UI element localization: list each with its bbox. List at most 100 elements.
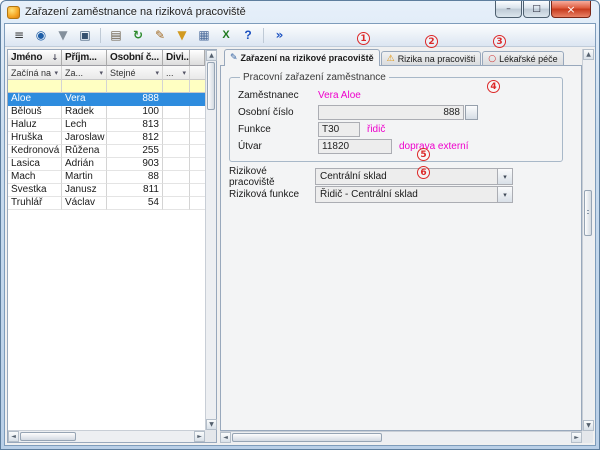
close-button[interactable]: ×	[551, 1, 591, 18]
main-area: Jméno↓ Příjm... Osobní č... Divi... Začí…	[5, 47, 595, 445]
utvar-label: Útvar	[238, 141, 318, 152]
scroll-right-icon[interactable]: ►	[571, 432, 582, 443]
table-row[interactable]: BěloušRadek100	[8, 106, 205, 119]
cell-jmeno: Hruška	[8, 132, 62, 145]
scroll-down-icon[interactable]: ▼	[583, 420, 594, 431]
filter-funnel-icon[interactable]: ▼	[53, 26, 73, 45]
save-icon[interactable]: ▣	[75, 26, 95, 45]
field-row-funkce: Funkce T30 řidič	[238, 121, 554, 137]
funkce-label: Funkce	[238, 124, 318, 135]
rizikove-pracoviste-value: Centrální sklad	[316, 169, 497, 184]
filter-op-osobni-cislo[interactable]: Stejné▾	[107, 66, 163, 80]
grid-vertical-scrollbar[interactable]: ▲ ▼	[205, 50, 216, 430]
filter-op-divize[interactable]: ...▾	[163, 66, 190, 80]
cell-divize	[163, 145, 190, 158]
cell-divize	[163, 184, 190, 197]
column-header-jmeno[interactable]: Jméno↓	[8, 50, 62, 66]
filter-input-filler	[190, 80, 205, 93]
tab-zarazeni-na-rizikove-pracoviste[interactable]: ✎ Zařazení na rizikové pracoviště	[224, 49, 380, 66]
tab-content: Pracovní zařazení zaměstnance Zaměstnane…	[220, 65, 582, 431]
detail-horizontal-scrollbar[interactable]: ◄ ►	[220, 431, 582, 443]
scrollbar-thumb[interactable]	[232, 433, 382, 442]
tab-lekarske-pece[interactable]: ○ Lékařské péče	[482, 51, 563, 66]
scroll-up-icon[interactable]: ▲	[583, 49, 594, 60]
cell-jmeno: Kedronová	[8, 145, 62, 158]
cell-divize	[163, 158, 190, 171]
filter-funnel-2-icon[interactable]: ▼	[172, 26, 192, 45]
funkce-code-input[interactable]: T30	[318, 122, 360, 137]
table-row[interactable]: AloeVera888	[8, 93, 205, 106]
cell-osobni: 88	[107, 171, 163, 184]
filter-op-jmeno[interactable]: Začíná na▾	[8, 66, 62, 80]
chevron-down-icon[interactable]: ▾	[497, 187, 512, 202]
scroll-left-icon[interactable]: ◄	[220, 432, 231, 443]
chevron-down-icon: ▾	[182, 67, 186, 79]
column-header-osobni-cislo[interactable]: Osobní č...	[107, 50, 163, 66]
cell-prijmeni: Adrián	[62, 158, 107, 171]
data-list-icon[interactable]: ≡	[9, 26, 29, 45]
table-row[interactable]: LasicaAdrián903	[8, 158, 205, 171]
edit-pencil-icon[interactable]: ✎	[150, 26, 170, 45]
scroll-left-icon[interactable]: ◄	[8, 431, 19, 442]
more-commands-icon[interactable]: »	[269, 26, 289, 45]
cell-prijmeni: Martin	[62, 171, 107, 184]
cell-jmeno: Lasica	[8, 158, 62, 171]
filter-input-osobni-cislo[interactable]	[107, 80, 163, 93]
tab-label: Zařazení na rizikové pracoviště	[241, 53, 374, 63]
view-eye-icon[interactable]: ◉	[31, 26, 51, 45]
filter-operator-row: Začíná na▾ Za...▾ Stejné▾ ...▾	[8, 66, 205, 80]
osobni-cislo-input[interactable]: 888	[318, 105, 464, 120]
annotation-1: 1	[357, 32, 370, 45]
zamestnanec-value: Vera Aloe	[318, 90, 361, 101]
chevron-down-icon[interactable]: ▾	[497, 169, 512, 184]
zamestnanec-label: Zaměstnanec	[238, 90, 318, 101]
table-row[interactable]: KedronováRůžena255	[8, 145, 205, 158]
app-window: Zařazení zaměstnance na riziková pracovi…	[0, 0, 600, 450]
toolbar: ≡ ◉ ▼ ▣ ▤ ↻ ✎ ▼ ▦ X ? »	[5, 24, 595, 47]
column-header-prijmeni[interactable]: Příjm...	[62, 50, 107, 66]
column-header-divize[interactable]: Divi...	[163, 50, 190, 66]
filter-input-prijmeni[interactable]	[62, 80, 107, 93]
maximize-button[interactable]: □	[523, 1, 550, 18]
table-grid-icon[interactable]: ▦	[194, 26, 214, 45]
table-row[interactable]: MachMartin88	[8, 171, 205, 184]
cell-prijmeni: Lech	[62, 119, 107, 132]
toolbar-separator	[100, 28, 101, 43]
table-row[interactable]: TruhlářVáclav54	[8, 197, 205, 210]
medical-circle-icon: ○	[488, 54, 496, 64]
filter-input-jmeno[interactable]	[8, 80, 62, 93]
window-controls: – □ ×	[495, 1, 593, 18]
scrollbar-thumb[interactable]	[20, 432, 76, 441]
tab-rizika-na-pracovisti[interactable]: ⚠ Rizika na pracovišti	[381, 51, 482, 66]
scroll-down-icon[interactable]: ▼	[206, 419, 217, 430]
table-row[interactable]: HruškaJaroslaw812	[8, 132, 205, 145]
scrollbar-thumb[interactable]	[207, 62, 215, 110]
rizikove-pracoviste-label: Rizikové pracoviště	[229, 166, 315, 188]
scrollbar-thumb[interactable]	[584, 190, 592, 236]
rizikove-pracoviste-select[interactable]: Centrální sklad ▾	[315, 168, 513, 185]
table-row[interactable]: ŠvestkaJanusz811	[8, 184, 205, 197]
cell-prijmeni: Václav	[62, 197, 107, 210]
refresh-icon[interactable]: ↻	[128, 26, 148, 45]
titlebar[interactable]: Zařazení zaměstnance na riziková pracovi…	[1, 1, 599, 23]
table-row[interactable]: HaluzLech813	[8, 119, 205, 132]
filter-op-prijmeni[interactable]: Za...▾	[62, 66, 107, 80]
minimize-button[interactable]: –	[495, 1, 522, 18]
filter-op-filler	[190, 66, 205, 80]
lookup-button[interactable]	[465, 105, 478, 120]
document-icon[interactable]: ▤	[106, 26, 126, 45]
detail-vertical-scrollbar[interactable]: ▲ ▼	[582, 49, 593, 431]
close-icon: ×	[566, 3, 575, 16]
field-row-zamestnanec: Zaměstnanec Vera Aloe	[238, 87, 554, 103]
excel-export-icon[interactable]: X	[216, 26, 236, 45]
detail-panel: ✎ Zařazení na rizikové pracoviště ⚠ Rizi…	[220, 49, 593, 443]
rizikova-funkce-select[interactable]: Řidič - Centrální sklad ▾	[315, 186, 513, 203]
osobni-cislo-label: Osobní číslo	[238, 107, 318, 118]
cell-jmeno: Mach	[8, 171, 62, 184]
scroll-right-icon[interactable]: ►	[194, 431, 205, 442]
scroll-up-icon[interactable]: ▲	[206, 50, 217, 61]
help-icon[interactable]: ?	[238, 26, 258, 45]
grid-horizontal-scrollbar[interactable]: ◄ ►	[8, 430, 205, 442]
utvar-code-input[interactable]: 11820	[318, 139, 392, 154]
filter-input-divize[interactable]	[163, 80, 190, 93]
